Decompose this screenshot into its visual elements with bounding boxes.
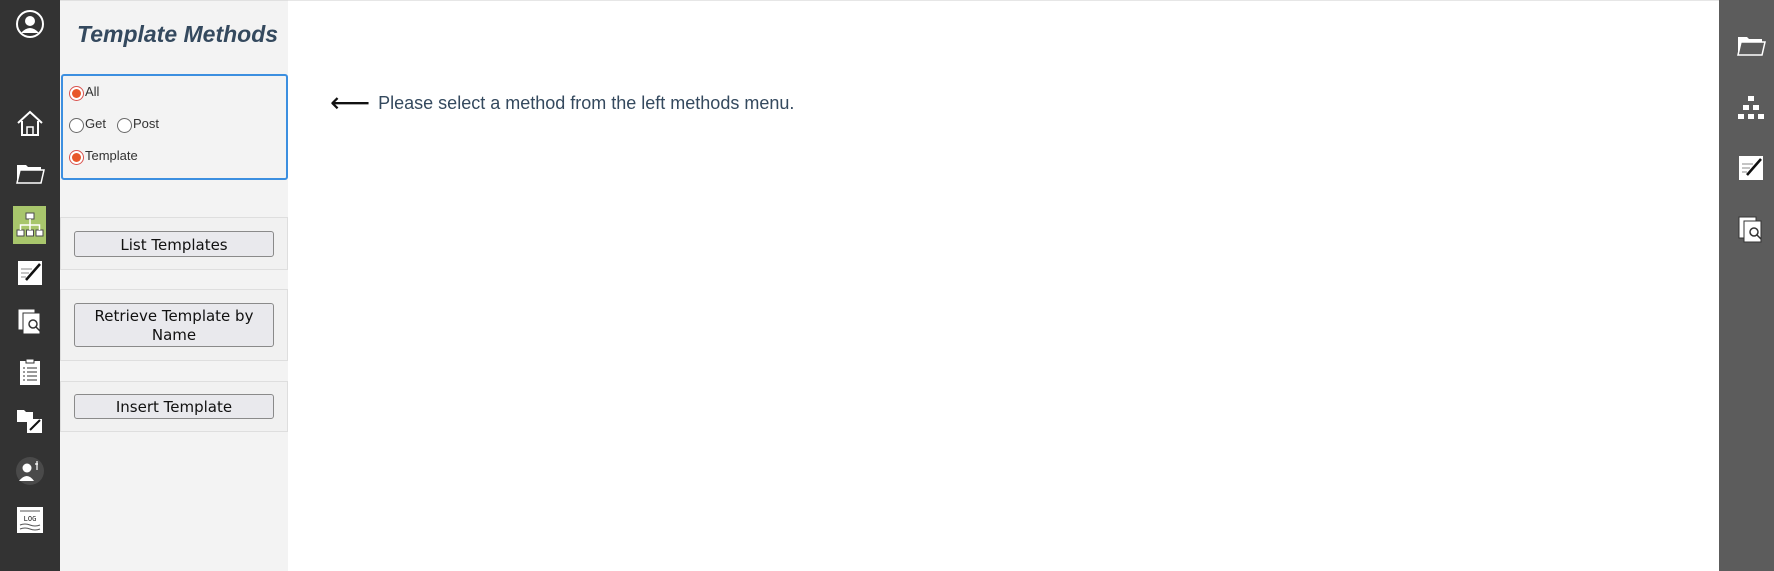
insert-template-button[interactable]: Insert Template [74,394,274,419]
right-tool-rail [1719,0,1774,571]
filter-all-radio[interactable]: All [69,84,100,101]
hint-text: Please select a method from the left met… [378,92,795,113]
radio-indicator[interactable] [69,150,84,165]
filter-template-radio[interactable]: Template [69,148,138,165]
main-content: ⟵ Please select a method from the left m… [288,0,1719,571]
log-icon-text: LOG [24,515,37,523]
method-card-list-templates: List Templates [60,217,288,270]
filter-post-label: Post [133,116,160,131]
button-label-line2: Name [151,326,197,344]
panel-title: Template Methods [77,21,279,47]
folder-icon[interactable] [1735,29,1767,61]
left-navigation-rail: LOG [0,0,60,571]
filter-get-label: Get [85,116,106,131]
edit-document-icon[interactable] [1735,152,1767,184]
folder-icon[interactable] [14,157,46,189]
folder-edit-icon[interactable] [14,405,46,437]
filter-get-radio[interactable]: Get [69,116,106,133]
method-filter-group: All Get Post Template [61,74,288,180]
hierarchy-icon[interactable] [1735,92,1767,124]
user-info-icon[interactable] [14,455,46,487]
methods-panel: Template Methods All Get Post Template L… [60,0,288,571]
radio-indicator[interactable] [117,118,132,133]
app-window: LOG Template Methods All Get Post Templa… [0,0,1774,571]
method-card-insert-template: Insert Template [60,381,288,432]
home-icon[interactable] [14,107,46,139]
log-icon[interactable]: LOG [14,504,46,536]
select-method-hint: ⟵ Please select a method from the left m… [330,89,794,117]
user-avatar-icon[interactable] [14,8,46,40]
filter-all-label: All [85,84,100,99]
checklist-icon[interactable] [14,356,46,388]
edit-document-icon[interactable] [14,257,46,289]
search-documents-icon[interactable] [1735,214,1767,246]
filter-template-label: Template [85,148,138,163]
radio-indicator[interactable] [69,86,84,101]
radio-indicator[interactable] [69,118,84,133]
retrieve-template-by-name-button[interactable]: Retrieve Template by Name [74,303,274,347]
search-documents-icon[interactable] [14,306,46,338]
button-label-line1: Retrieve Template by [94,307,254,325]
list-templates-button[interactable]: List Templates [74,231,274,257]
filter-post-radio[interactable]: Post [117,116,160,133]
left-arrow-icon: ⟵ [330,86,371,119]
method-card-retrieve-template: Retrieve Template by Name [60,289,288,361]
hierarchy-icon[interactable] [13,206,46,244]
